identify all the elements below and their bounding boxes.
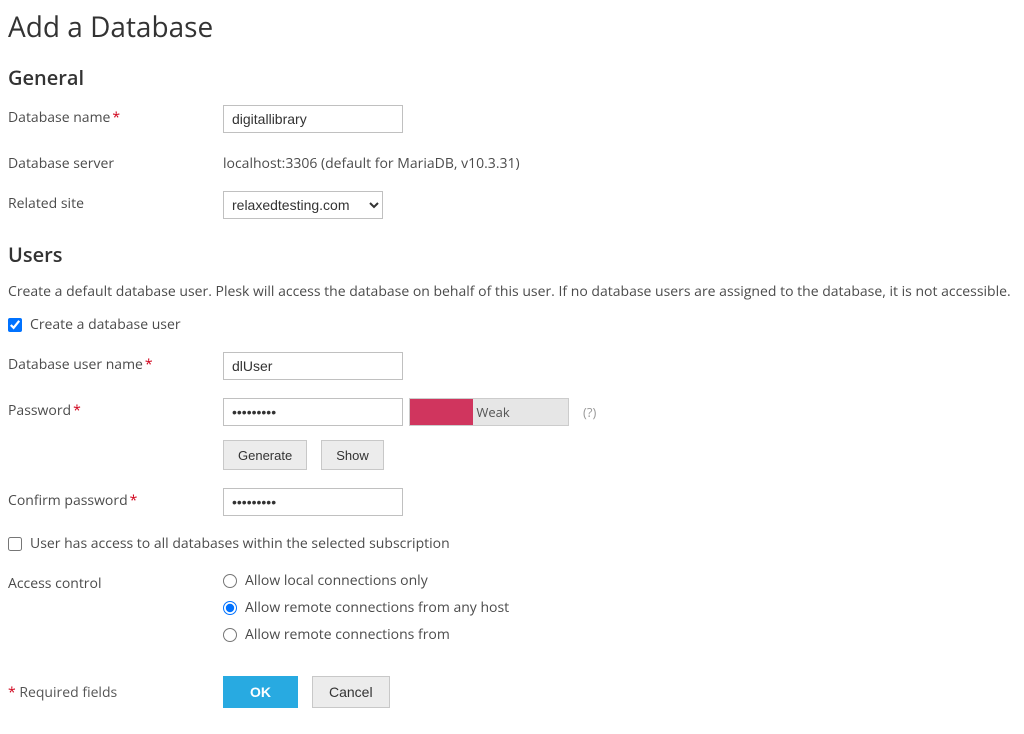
required-fields-note: * Required fields — [8, 683, 223, 702]
access-from-radio[interactable] — [223, 628, 237, 642]
required-star-icon: * — [8, 683, 16, 702]
page-title: Add a Database — [8, 8, 1016, 46]
access-control-radio-group: Allow local connections only Allow remot… — [223, 571, 1016, 644]
access-control-label: Access control — [8, 571, 223, 593]
all-db-access-row: User has access to all databases within … — [8, 534, 1016, 553]
access-any-row: Allow remote connections from any host — [223, 598, 1016, 617]
required-star: * — [73, 401, 81, 420]
database-name-label: Database name* — [8, 105, 223, 127]
password-label: Password* — [8, 398, 223, 420]
db-user-name-label: Database user name* — [8, 352, 223, 374]
related-site-row: Related site relaxedtesting.com — [8, 191, 1016, 219]
create-user-checkbox[interactable] — [8, 318, 22, 332]
password-strength-text: Weak — [476, 403, 509, 421]
confirm-password-input[interactable] — [223, 488, 403, 516]
create-user-label[interactable]: Create a database user — [30, 315, 181, 334]
confirm-password-label: Confirm password* — [8, 488, 223, 510]
cancel-button[interactable]: Cancel — [312, 676, 390, 708]
access-local-row: Allow local connections only — [223, 571, 1016, 590]
access-local-label[interactable]: Allow local connections only — [245, 571, 428, 590]
confirm-password-row: Confirm password* — [8, 488, 1016, 516]
database-name-input[interactable] — [223, 105, 403, 133]
access-local-radio[interactable] — [223, 574, 237, 588]
users-heading: Users — [8, 241, 1016, 268]
all-db-access-checkbox[interactable] — [8, 537, 22, 551]
show-button[interactable]: Show — [321, 440, 384, 470]
create-user-row: Create a database user — [8, 315, 1016, 334]
access-from-label[interactable]: Allow remote connections from — [245, 625, 450, 644]
required-star: * — [130, 491, 138, 510]
footer-row: * Required fields OK Cancel — [8, 676, 1016, 708]
password-strength-fill — [410, 399, 473, 425]
users-description: Create a default database user. Plesk wi… — [8, 282, 1016, 301]
general-heading: General — [8, 64, 1016, 91]
ok-button[interactable]: OK — [223, 676, 298, 708]
database-server-row: Database server localhost:3306 (default … — [8, 151, 1016, 173]
users-section: Users Create a default database user. Pl… — [8, 241, 1016, 644]
access-control-row: Access control Allow local connections o… — [8, 571, 1016, 644]
access-from-row: Allow remote connections from — [223, 625, 1016, 644]
database-server-value: localhost:3306 (default for MariaDB, v10… — [223, 151, 1016, 173]
database-server-label: Database server — [8, 151, 223, 173]
password-row: Password* Weak (?) Generate Show — [8, 398, 1016, 470]
db-user-name-input[interactable] — [223, 352, 403, 380]
access-any-label[interactable]: Allow remote connections from any host — [245, 598, 509, 617]
password-strength-bar: Weak — [409, 398, 569, 426]
password-input[interactable] — [223, 398, 403, 426]
database-name-row: Database name* — [8, 105, 1016, 133]
generate-button[interactable]: Generate — [223, 440, 307, 470]
access-any-radio[interactable] — [223, 601, 237, 615]
db-user-name-row: Database user name* — [8, 352, 1016, 380]
required-star: * — [145, 355, 153, 374]
all-db-access-label[interactable]: User has access to all databases within … — [30, 534, 450, 553]
general-section: General Database name* Database server l… — [8, 64, 1016, 219]
related-site-label: Related site — [8, 191, 223, 213]
password-help-icon[interactable]: (?) — [583, 403, 596, 421]
required-star: * — [112, 108, 120, 127]
related-site-select[interactable]: relaxedtesting.com — [223, 191, 383, 219]
